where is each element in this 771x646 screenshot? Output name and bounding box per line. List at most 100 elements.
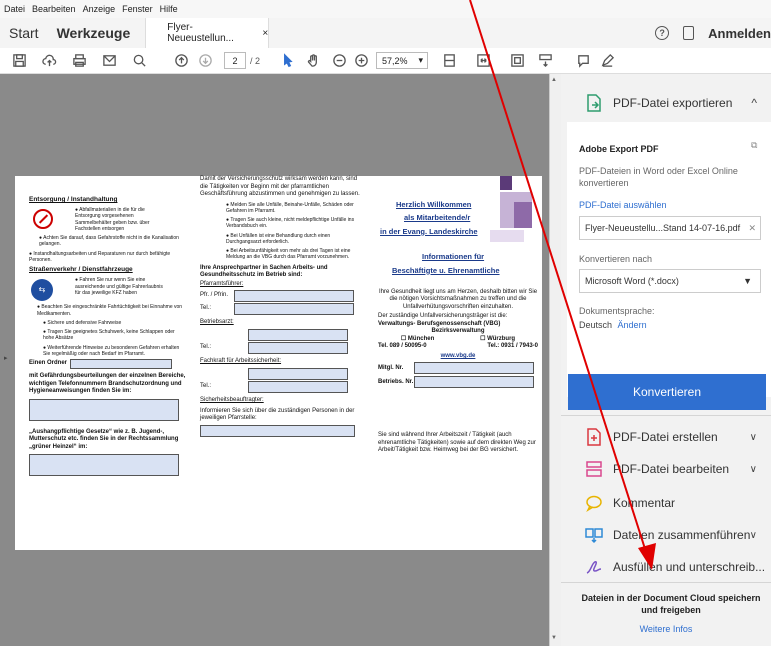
combine-files-icon <box>585 528 603 544</box>
tool-create-pdf[interactable]: PDF-Datei erstellen ∨ <box>561 428 771 446</box>
fit-page-icon[interactable] <box>438 50 460 72</box>
pdf-heading-entsorgung: Entsorgung / Instandhaltung <box>29 196 118 203</box>
document-language-value: Deutsch <box>579 320 613 330</box>
form-field-betriebs-nr[interactable] <box>414 376 534 389</box>
logo-block <box>490 230 524 242</box>
change-language-link[interactable]: Ändern <box>618 320 647 330</box>
pdf-link-vbg[interactable]: www.vbg.de <box>378 353 538 361</box>
scroll-mode-icon[interactable] <box>534 50 556 72</box>
pdf-text: Der zuständige Unfallversicherungsträger… <box>378 313 508 320</box>
document-language-label: Dokumentsprache: <box>579 306 655 316</box>
form-field-betriebsarzt[interactable] <box>248 328 348 341</box>
tab-tools[interactable]: Werkzeuge <box>48 25 140 41</box>
clear-file-icon[interactable]: ✕ <box>748 223 760 234</box>
chevron-down-icon[interactable]: ∨ <box>750 432 757 443</box>
panel-divider <box>561 582 771 583</box>
tool-comment[interactable]: Kommentar <box>561 494 771 512</box>
pdf-heading-ansprechpartner: Ihre Ansprechpartner in Sachen Arbeits- … <box>200 264 328 279</box>
fill-sign-icon <box>586 561 602 574</box>
document-tab-label: Flyer-Neueustellun... <box>167 22 234 44</box>
export-pdf-icon <box>587 94 601 112</box>
tab-document[interactable]: Flyer-Neueustellun... × <box>145 18 270 48</box>
help-icon[interactable]: ? <box>655 26 670 40</box>
pdf-text: Bezirksverwaltung <box>431 328 485 335</box>
pdf-text: Tel.: <box>200 343 212 350</box>
tool-edit-pdf[interactable]: PDF-Datei bearbeiten ∨ <box>561 460 771 478</box>
print-icon[interactable] <box>68 50 90 72</box>
export-pdf-header[interactable]: PDF-Datei exportieren ^ <box>561 94 771 112</box>
search-icon[interactable] <box>128 50 150 72</box>
signin-button[interactable]: Anmelden <box>708 26 771 41</box>
export-info-icon[interactable]: ⧉ <box>751 140 757 151</box>
form-field-pfarrer-tel[interactable] <box>234 303 354 315</box>
tool-fill-sign[interactable]: Ausfüllen und unterschreib... <box>561 558 771 576</box>
page-number-input[interactable]: 2 <box>224 52 246 69</box>
pdf-text: Einen Ordner <box>29 360 68 367</box>
form-field-pfarrer[interactable] <box>234 290 354 302</box>
form-field-mitgl-nr[interactable] <box>414 362 534 375</box>
form-field-ordner[interactable] <box>70 359 173 369</box>
format-select[interactable]: Microsoft Word (*.docx) ▼ <box>579 269 761 293</box>
full-screen-icon[interactable] <box>506 50 528 72</box>
form-field-sicherheitsbeauftragter[interactable] <box>200 424 355 437</box>
form-field-fachkraft[interactable] <box>248 368 348 380</box>
tool-combine-files[interactable]: Dateien zusammenführen ∨ <box>561 526 771 544</box>
more-info-link[interactable]: Weitere Infos <box>561 624 771 634</box>
pdf-text: Mitgl. Nr. <box>378 364 404 371</box>
export-description: PDF-Dateien in Word oder Excel Online ko… <box>579 166 738 188</box>
choose-pdf-link[interactable]: PDF-Datei auswählen <box>579 200 667 210</box>
zoom-in-icon[interactable] <box>350 50 372 72</box>
close-tab-icon[interactable]: × <box>262 28 268 39</box>
pdf-text: ☐ Würzburg <box>480 335 516 342</box>
menu-bearbeiten[interactable]: Bearbeiten <box>32 4 76 14</box>
zoom-select[interactable]: 57,2% ▾ <box>376 52 429 69</box>
chevron-down-icon: ▾ <box>418 55 424 65</box>
convert-button[interactable]: Konvertieren <box>568 374 766 410</box>
tool-label: Dateien zusammenführen <box>613 528 751 542</box>
zoom-value: 57,2% <box>382 55 408 66</box>
save-icon[interactable] <box>8 50 30 72</box>
email-icon[interactable] <box>98 50 120 72</box>
pdf-text: Betriebs. Nr. <box>378 378 414 385</box>
mobile-link-icon[interactable] <box>683 26 695 40</box>
form-field-fachkraft-tel[interactable] <box>248 381 348 393</box>
pdf-info-2: Beschäftigte u. Ehrenamtliche <box>392 265 500 275</box>
menu-datei[interactable]: Datei <box>4 4 25 14</box>
pdf-text: ● Instandhaltungsarbeiten und Reparature… <box>29 250 171 263</box>
menu-hilfe[interactable]: Hilfe <box>160 4 178 14</box>
page-up-icon[interactable] <box>170 50 192 72</box>
scroll-up-icon[interactable]: ▲ <box>551 77 557 83</box>
export-pdf-title: PDF-Datei exportieren <box>613 96 733 110</box>
pdf-text: ● Sichere und defensive Fahrweise <box>43 319 122 326</box>
pdf-text: ● Achten Sie darauf, dass Gefahrstoffe n… <box>39 235 179 248</box>
pdf-text: ● Melden Sie alle Unfälle, Beinahe-Unfäl… <box>226 201 354 214</box>
page-down-icon[interactable] <box>194 50 216 72</box>
pdf-text: Tel.: <box>200 305 212 312</box>
vertical-scrollbar[interactable]: ▲ ▼ <box>549 74 561 646</box>
comment-icon[interactable] <box>572 50 594 72</box>
chevron-up-icon[interactable]: ^ <box>751 96 757 110</box>
menu-fenster[interactable]: Fenster <box>122 4 153 14</box>
form-field-betriebsarzt-tel[interactable] <box>248 341 348 354</box>
edit-pdf-icon <box>586 461 602 477</box>
zoom-out-icon[interactable] <box>328 50 350 72</box>
pen-icon[interactable] <box>596 50 618 72</box>
chevron-down-icon[interactable]: ∨ <box>750 464 757 475</box>
pdf-text: Verwaltungs- Berufsgenossenschaft (VBG) <box>378 320 501 327</box>
hand-tool-icon[interactable] <box>302 50 324 72</box>
chevron-down-icon[interactable]: ∨ <box>750 530 757 541</box>
tab-start[interactable]: Start <box>0 25 48 41</box>
select-cursor-icon[interactable] <box>276 50 298 72</box>
pdf-column-2: Damit der Versicherungsschutz wirksam we… <box>200 176 365 437</box>
form-field-aushang-location[interactable] <box>29 454 179 476</box>
fit-width-icon[interactable] <box>472 50 494 72</box>
tool-label: PDF-Datei bearbeiten <box>613 462 730 476</box>
selected-file-field[interactable]: Flyer-Neueustellu...Stand 14-07-16.pdf ✕ <box>579 216 761 240</box>
scroll-down-icon[interactable]: ▼ <box>551 635 557 641</box>
pdf-text: ● Weiterführende Hinweise zu besonderen … <box>43 344 180 357</box>
menu-anzeige[interactable]: Anzeige <box>83 4 116 14</box>
export-pdf-card: Adobe Export PDF ⧉ PDF-Dateien in Word o… <box>567 122 771 397</box>
left-pane-toggle-icon[interactable]: ▸ <box>4 354 8 362</box>
upload-cloud-icon[interactable] <box>38 50 60 72</box>
form-field-ordner-location[interactable] <box>29 398 179 421</box>
